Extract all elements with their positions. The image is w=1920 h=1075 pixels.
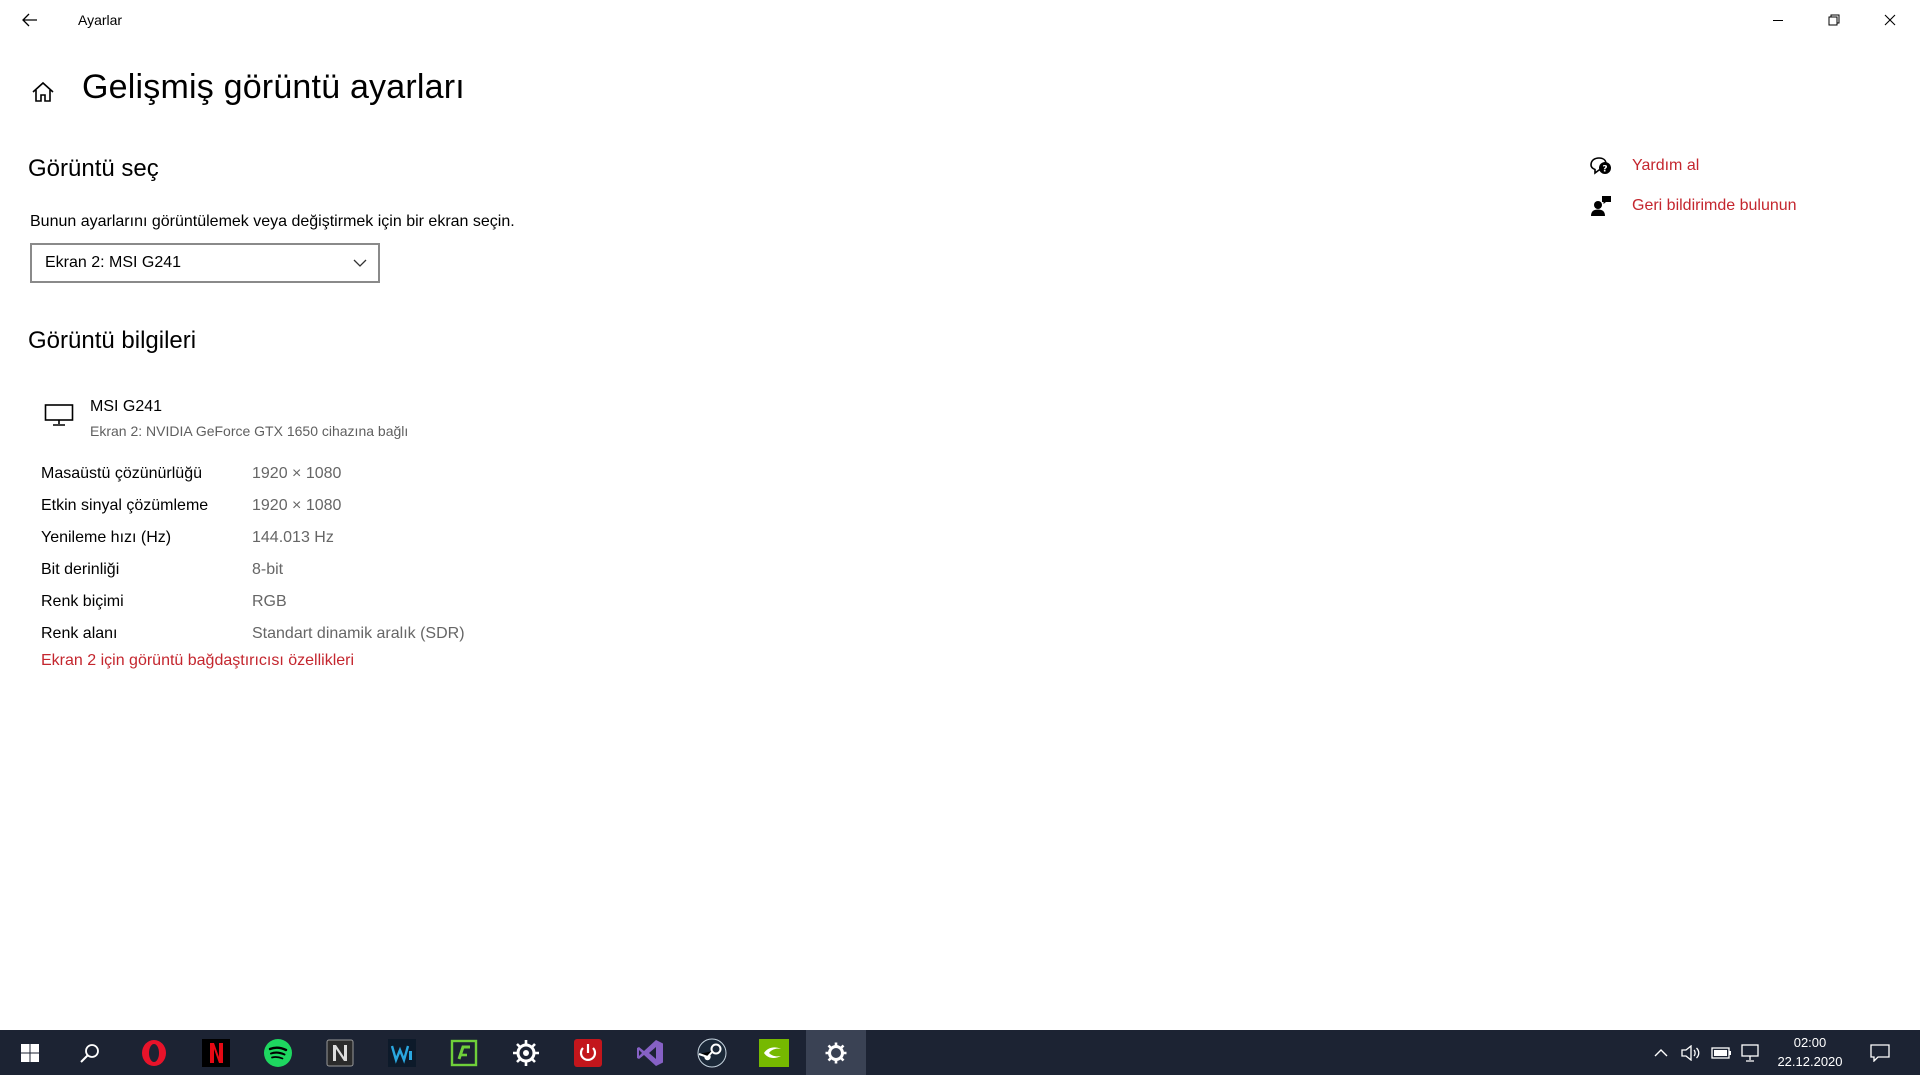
monitor-icon	[44, 404, 74, 426]
taskbar-app-nvidia[interactable]	[744, 1030, 804, 1075]
get-help-label: Yardım al	[1632, 157, 1700, 174]
info-value: Standart dinamik aralık (SDR)	[252, 625, 465, 642]
minimize-button[interactable]	[1750, 0, 1806, 40]
info-row: Bit derinliği 8-bit	[41, 554, 465, 586]
section-title-select-display: Görüntü seç	[28, 155, 159, 182]
taskbar-app-settings[interactable]	[806, 1030, 866, 1075]
taskbar-app-spotify[interactable]	[248, 1030, 308, 1075]
section-title-display-info: Görüntü bilgileri	[28, 327, 197, 354]
info-label: Masaüstü çözünürlüğü	[41, 465, 202, 482]
visual-studio-icon	[637, 1039, 663, 1066]
taskbar-clock[interactable]: 02:00 22.12.2020	[1760, 1033, 1860, 1071]
taskbar-app-green[interactable]	[434, 1030, 494, 1075]
info-row: Yenileme hızı (Hz) 144.013 Hz	[41, 522, 465, 554]
minimize-icon	[1773, 20, 1783, 21]
chevron-down-icon	[353, 259, 367, 267]
close-button[interactable]	[1862, 0, 1918, 40]
info-label: Etkin sinyal çözümleme	[41, 497, 209, 514]
start-button[interactable]	[0, 1030, 60, 1075]
info-value: 144.013 Hz	[252, 529, 334, 546]
svg-text:?: ?	[1602, 165, 1607, 175]
taskbar-app-waves[interactable]	[372, 1030, 432, 1075]
taskbar-app-netflix[interactable]	[186, 1030, 246, 1075]
select-display-description: Bunun ayarlarını görüntülemek veya değiş…	[30, 213, 515, 230]
info-row: Etkin sinyal çözümleme 1920 × 1080	[41, 490, 465, 522]
taskbar: 02:00 22.12.2020	[0, 1030, 1920, 1075]
info-row: Masaüstü çözünürlüğü 1920 × 1080	[41, 458, 465, 490]
green-app-icon	[450, 1039, 478, 1066]
search-icon	[80, 1043, 99, 1063]
volume-button[interactable]	[1678, 1030, 1704, 1075]
gear-icon	[825, 1042, 847, 1063]
taskbar-app-visual-studio[interactable]	[620, 1030, 680, 1075]
info-row: Renk alanı Standart dinamik aralık (SDR)	[41, 618, 465, 650]
restore-icon	[1828, 14, 1840, 26]
opera-icon	[142, 1039, 166, 1066]
network-icon	[1741, 1043, 1759, 1062]
back-button[interactable]	[8, 0, 52, 40]
info-label: Renk biçimi	[41, 593, 124, 610]
display-select-value: Ekran 2: MSI G241	[45, 254, 182, 271]
waves-icon	[388, 1038, 416, 1067]
battery-icon	[1711, 1046, 1731, 1059]
help-panel: ? Yardım al Geri bildirimde bulunun	[1588, 146, 1797, 226]
info-row: Renk biçimi RGB	[41, 586, 465, 618]
spotify-icon	[264, 1038, 292, 1067]
monitor-connection: Ekran 2: NVIDIA GeForce GTX 1650 cihazın…	[90, 423, 409, 439]
adapter-properties-link[interactable]: Ekran 2 için görüntü bağdaştırıcısı özel…	[41, 652, 354, 670]
info-label: Bit derinliği	[41, 561, 120, 578]
power-app-icon	[574, 1038, 602, 1067]
feedback-icon	[1588, 193, 1614, 219]
home-icon[interactable]	[30, 79, 56, 105]
info-value: 8-bit	[252, 561, 284, 578]
nvidia-icon	[759, 1038, 789, 1067]
monitor-name: MSI G241	[90, 398, 163, 415]
display-info-table: Masaüstü çözünürlüğü 1920 × 1080 Etkin s…	[41, 458, 465, 650]
notion-icon	[326, 1039, 354, 1066]
clock-time: 02:00	[1793, 1035, 1827, 1050]
show-hidden-icons-button[interactable]	[1648, 1030, 1674, 1075]
search-button[interactable]	[60, 1030, 120, 1075]
info-label: Yenileme hızı (Hz)	[41, 529, 172, 546]
taskbar-app-opera[interactable]	[124, 1030, 184, 1075]
speaker-icon	[1681, 1044, 1700, 1061]
battery-button[interactable]	[1708, 1030, 1734, 1075]
close-icon	[1884, 14, 1896, 26]
display-select-dropdown[interactable]: Ekran 2: MSI G241	[30, 243, 380, 283]
notification-icon	[1870, 1043, 1890, 1062]
restore-button[interactable]	[1806, 0, 1862, 40]
feedback-label: Geri bildirimde bulunun	[1632, 197, 1797, 214]
get-help-link[interactable]: ? Yardım al	[1588, 146, 1797, 186]
title-bar: Ayarlar	[0, 0, 1920, 40]
clock-date: 22.12.2020	[1777, 1054, 1843, 1069]
windows-logo-icon	[21, 1043, 39, 1062]
steelseries-icon	[513, 1039, 539, 1066]
chat-help-icon: ?	[1588, 153, 1614, 179]
netflix-icon	[202, 1038, 230, 1067]
chevron-up-icon	[1654, 1048, 1668, 1056]
taskbar-app-power[interactable]	[558, 1030, 618, 1075]
page-title: Gelişmiş görüntü ayarları	[82, 68, 465, 106]
taskbar-app-notion[interactable]	[310, 1030, 370, 1075]
arrow-left-icon	[22, 13, 37, 27]
feedback-link[interactable]: Geri bildirimde bulunun	[1588, 186, 1797, 226]
info-value: 1920 × 1080	[252, 465, 342, 482]
info-value: 1920 × 1080	[252, 497, 342, 514]
info-value: RGB	[252, 593, 287, 610]
info-label: Renk alanı	[41, 625, 118, 642]
steam-icon	[697, 1038, 727, 1067]
taskbar-app-steam[interactable]	[682, 1030, 742, 1075]
action-center-button[interactable]	[1862, 1030, 1898, 1075]
taskbar-app-steelseries[interactable]	[496, 1030, 556, 1075]
window-title: Ayarlar	[78, 12, 123, 28]
